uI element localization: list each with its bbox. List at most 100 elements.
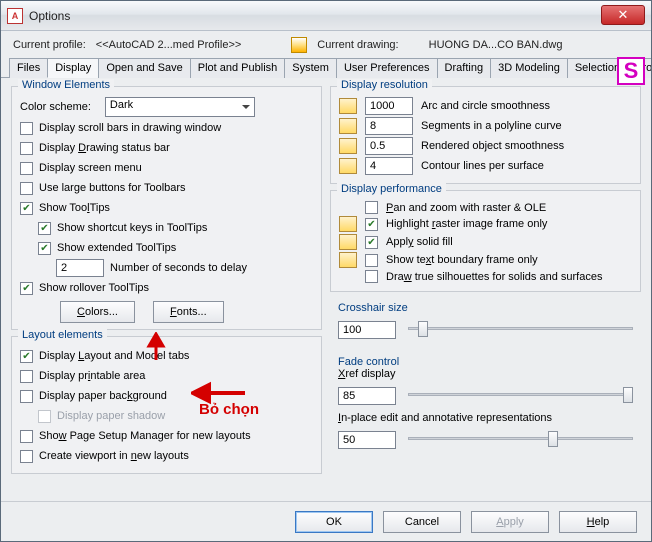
tab-drafting[interactable]: Drafting bbox=[437, 58, 492, 78]
tab-files[interactable]: Files bbox=[9, 58, 48, 78]
tab-system[interactable]: System bbox=[284, 58, 337, 78]
tab-plot-and-publish[interactable]: Plot and Publish bbox=[190, 58, 286, 78]
color-scheme-label: Color scheme: bbox=[20, 101, 91, 113]
xref-display-input[interactable] bbox=[338, 387, 396, 405]
xref-display-label: Xref display bbox=[338, 368, 633, 380]
dwg-icon bbox=[339, 252, 357, 268]
lbl-pan-zoom-raster: Pan and zoom with raster & OLE bbox=[386, 202, 546, 214]
inplace-edit-input[interactable] bbox=[338, 431, 396, 449]
dwg-icon bbox=[339, 234, 357, 250]
crosshair-title: Crosshair size bbox=[338, 302, 633, 314]
lbl-text-boundary: Show text boundary frame only bbox=[386, 254, 538, 266]
current-profile-value: <<AutoCAD 2...med Profile>> bbox=[96, 39, 242, 51]
group-fade-control: Fade control Xref display In-place edit … bbox=[330, 352, 641, 460]
group-display-performance: Display performance Pan and zoom with ra… bbox=[330, 190, 641, 292]
group-title: Layout elements bbox=[18, 329, 107, 341]
arc-smoothness-input[interactable] bbox=[365, 97, 413, 115]
group-title: Window Elements bbox=[18, 79, 114, 91]
lbl-paper-shadow: Display paper shadow bbox=[57, 410, 165, 422]
cb-shortcut-keys[interactable] bbox=[38, 222, 51, 235]
left-column: Window Elements Color scheme: Dark Displ… bbox=[11, 86, 322, 510]
colors-button[interactable]: Colors... bbox=[60, 301, 135, 323]
cb-statusbar[interactable] bbox=[20, 142, 33, 155]
crosshair-size-input[interactable] bbox=[338, 321, 396, 339]
fade-title: Fade control bbox=[338, 356, 633, 368]
xref-slider[interactable] bbox=[408, 384, 633, 404]
tab-user-preferences[interactable]: User Preferences bbox=[336, 58, 438, 78]
cb-create-viewport[interactable] bbox=[20, 450, 33, 463]
contour-lines-input[interactable] bbox=[365, 157, 413, 175]
lbl-statusbar: Display Drawing status bar bbox=[39, 142, 170, 154]
group-crosshair: Crosshair size bbox=[330, 298, 641, 350]
group-display-resolution: Display resolution Arc and circle smooth… bbox=[330, 86, 641, 184]
inplace-edit-label: In-place edit and annotative representat… bbox=[338, 412, 633, 424]
cancel-button[interactable]: Cancel bbox=[383, 511, 461, 533]
cb-pan-zoom-raster[interactable] bbox=[365, 201, 378, 214]
lbl-scrollbars: Display scroll bars in drawing window bbox=[39, 122, 221, 134]
cb-text-boundary[interactable] bbox=[365, 254, 378, 267]
group-title: Display performance bbox=[337, 183, 446, 195]
arc-smoothness-label: Arc and circle smoothness bbox=[421, 100, 632, 112]
tab-open-and-save[interactable]: Open and Save bbox=[98, 58, 190, 78]
seconds-delay-label: Number of seconds to delay bbox=[110, 262, 247, 274]
titlebar[interactable]: A Options ✕ bbox=[1, 1, 651, 31]
lbl-printable-area: Display printable area bbox=[39, 370, 145, 382]
tab-display[interactable]: Display bbox=[47, 58, 99, 78]
group-window-elements: Window Elements Color scheme: Dark Displ… bbox=[11, 86, 322, 330]
fonts-button[interactable]: Fonts... bbox=[153, 301, 224, 323]
watermark-icon: S bbox=[617, 57, 645, 85]
help-button[interactable]: Help bbox=[559, 511, 637, 533]
cb-page-setup-manager[interactable] bbox=[20, 430, 33, 443]
lbl-screenmenu: Display screen menu bbox=[39, 162, 142, 174]
current-drawing-value: HUONG DA...CO BAN.dwg bbox=[429, 39, 563, 51]
cb-true-silhouettes[interactable] bbox=[365, 270, 378, 283]
dwg-icon bbox=[339, 98, 357, 114]
cb-scrollbars[interactable] bbox=[20, 122, 33, 135]
lbl-layout-model-tabs: Display Layout and Model tabs bbox=[39, 350, 189, 362]
lbl-paper-background: Display paper background bbox=[39, 390, 167, 402]
group-layout-elements: Layout elements Display Layout and Model… bbox=[11, 336, 322, 474]
options-dialog: A Options ✕ Current profile: <<AutoCAD 2… bbox=[0, 0, 652, 542]
polyline-segments-label: Segments in a polyline curve bbox=[421, 120, 632, 132]
cb-layout-model-tabs[interactable] bbox=[20, 350, 33, 363]
rendered-smoothness-label: Rendered object smoothness bbox=[421, 140, 632, 152]
apply-button: Apply bbox=[471, 511, 549, 533]
rendered-smoothness-input[interactable] bbox=[365, 137, 413, 155]
cb-rollover[interactable] bbox=[20, 282, 33, 295]
lbl-solid-fill: Apply solid fill bbox=[386, 236, 453, 248]
lbl-true-silhouettes: Draw true silhouettes for solids and sur… bbox=[386, 271, 602, 283]
lbl-largebuttons: Use large buttons for Toolbars bbox=[39, 182, 186, 194]
lbl-rollover: Show rollover ToolTips bbox=[39, 282, 149, 294]
dwg-icon bbox=[339, 216, 357, 232]
group-title: Display resolution bbox=[337, 79, 432, 91]
tab-3d-modeling[interactable]: 3D Modeling bbox=[490, 58, 568, 78]
cb-extended-tooltips[interactable] bbox=[38, 242, 51, 255]
ok-button[interactable]: OK bbox=[295, 511, 373, 533]
lbl-shortcut-keys: Show shortcut keys in ToolTips bbox=[57, 222, 207, 234]
window-title: Options bbox=[29, 9, 70, 23]
dialog-buttons: OK Cancel Apply Help bbox=[1, 501, 651, 541]
inplace-slider[interactable] bbox=[408, 428, 633, 448]
current-drawing-label: Current drawing: bbox=[317, 39, 398, 51]
polyline-segments-input[interactable] bbox=[365, 117, 413, 135]
color-scheme-select[interactable]: Dark bbox=[105, 97, 255, 117]
app-icon: A bbox=[7, 8, 23, 24]
lbl-extended-tooltips: Show extended ToolTips bbox=[57, 242, 176, 254]
cb-tooltips[interactable] bbox=[20, 202, 33, 215]
seconds-delay-input[interactable] bbox=[56, 259, 104, 277]
cb-highlight-raster[interactable] bbox=[365, 218, 378, 231]
close-button[interactable]: ✕ bbox=[601, 5, 645, 25]
tabs: Files Display Open and Save Plot and Pub… bbox=[1, 57, 651, 78]
lbl-page-setup-manager: Show Page Setup Manager for new layouts bbox=[39, 430, 251, 442]
cb-solid-fill[interactable] bbox=[365, 236, 378, 249]
lbl-highlight-raster: Highlight raster image frame only bbox=[386, 218, 547, 230]
profile-row: Current profile: <<AutoCAD 2...med Profi… bbox=[1, 31, 651, 55]
dwg-icon bbox=[339, 118, 357, 134]
crosshair-slider[interactable] bbox=[408, 318, 633, 338]
cb-paper-shadow bbox=[38, 410, 51, 423]
cb-printable-area[interactable] bbox=[20, 370, 33, 383]
right-column: Display resolution Arc and circle smooth… bbox=[330, 86, 641, 510]
cb-screenmenu[interactable] bbox=[20, 162, 33, 175]
cb-paper-background[interactable] bbox=[20, 390, 33, 403]
cb-largebuttons[interactable] bbox=[20, 182, 33, 195]
